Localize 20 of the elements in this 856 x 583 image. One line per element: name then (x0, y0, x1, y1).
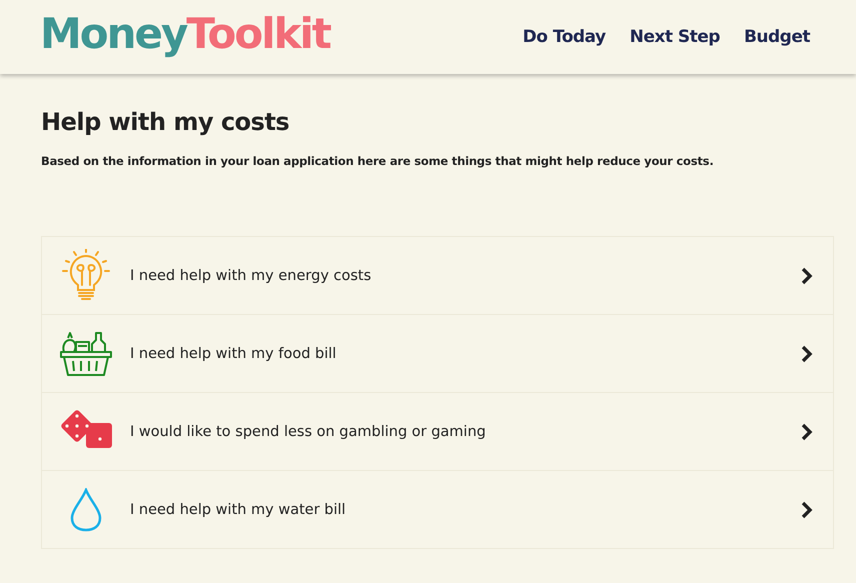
option-row[interactable]: I need help with my water bill (42, 470, 833, 548)
option-row[interactable]: I would like to spend less on gambling or gaming (42, 392, 833, 470)
grocery-basket-icon (59, 330, 113, 378)
option-label: I would like to spend less on gambling or gaming (130, 424, 487, 440)
nav-link[interactable]: Next Step (630, 27, 720, 47)
option-row[interactable]: I need help with my food bill (42, 314, 833, 392)
chevron-right-icon (801, 266, 813, 284)
chevron-right-icon (801, 500, 813, 518)
chevron-right-icon (801, 344, 813, 362)
option-label: I need help with my energy costs (130, 268, 372, 284)
nav-link[interactable]: Budget (744, 27, 810, 47)
option-row[interactable]: I need help with my energy costs (42, 237, 833, 314)
nav-link[interactable]: Do Today (522, 27, 606, 47)
option-label: I need help with my food bill (130, 346, 338, 362)
lightbulb-icon (60, 248, 112, 302)
option-label: I need help with my water bill (130, 502, 347, 518)
chevron-right-icon (801, 422, 813, 440)
water-drop-icon (68, 488, 104, 532)
page-heading: Help with my costs (41, 108, 290, 136)
intro-text: Based on the information in your loan application here are some things that might help reduce your costs. (41, 154, 714, 168)
